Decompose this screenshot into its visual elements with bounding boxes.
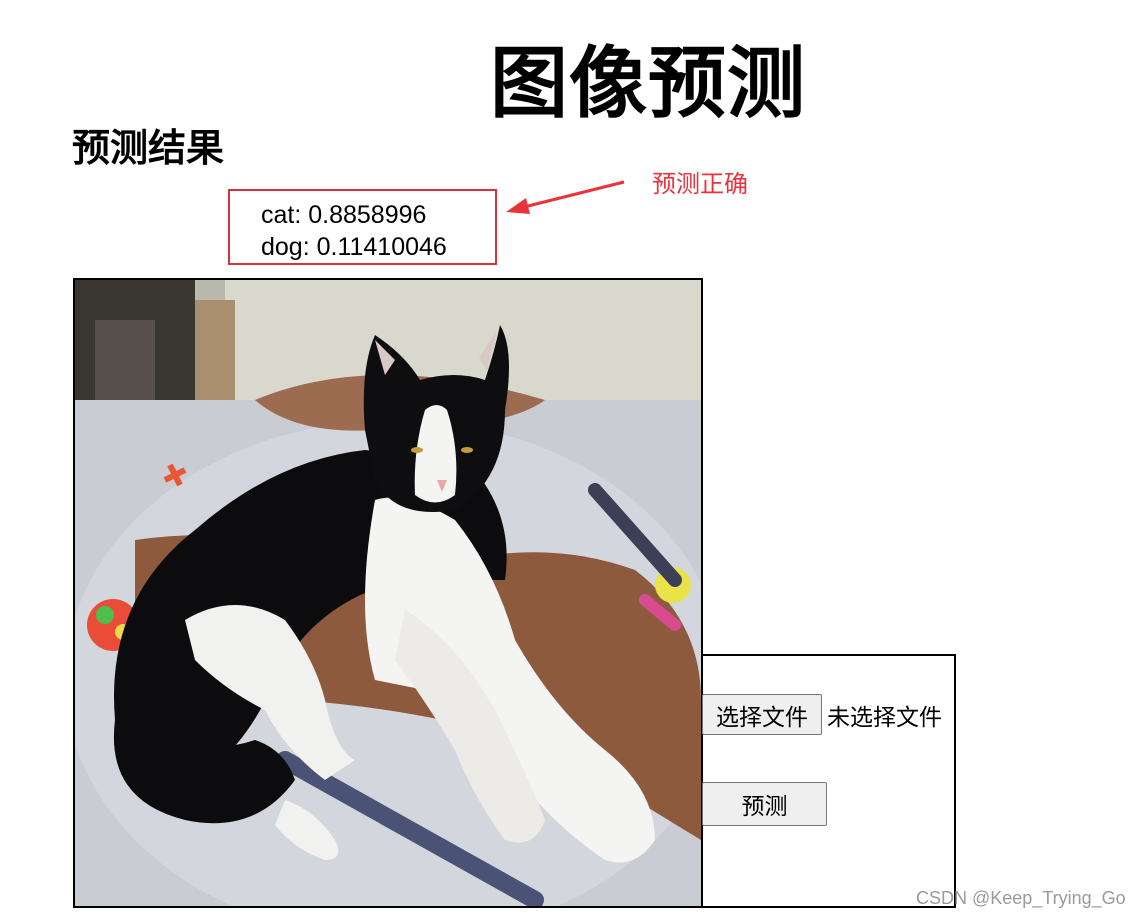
result-dog: dog: 0.11410046 [261,233,447,261]
watermark: CSDN @Keep_Trying_Go [916,888,1126,908]
cat-photo-icon [75,280,701,906]
file-status: 未选择文件 [827,704,942,731]
uploaded-image [73,278,703,908]
predict-button[interactable]: 预测 [702,782,827,826]
prediction-result-box: cat: 0.8858996 dog: 0.11410046 [228,189,497,265]
annotation-label: 预测正确 [652,170,748,198]
choose-file-button[interactable]: 选择文件 [702,694,822,735]
annotation-arrow-icon [506,180,625,214]
page-title: 图像预测 [490,39,807,129]
result-heading: 预测结果 [72,126,225,170]
file-input[interactable]: 选择文件 未选择文件 [702,694,942,735]
upload-panel: 选择文件 未选择文件 预测 [702,654,956,908]
result-cat: cat: 0.8858996 [261,201,427,229]
